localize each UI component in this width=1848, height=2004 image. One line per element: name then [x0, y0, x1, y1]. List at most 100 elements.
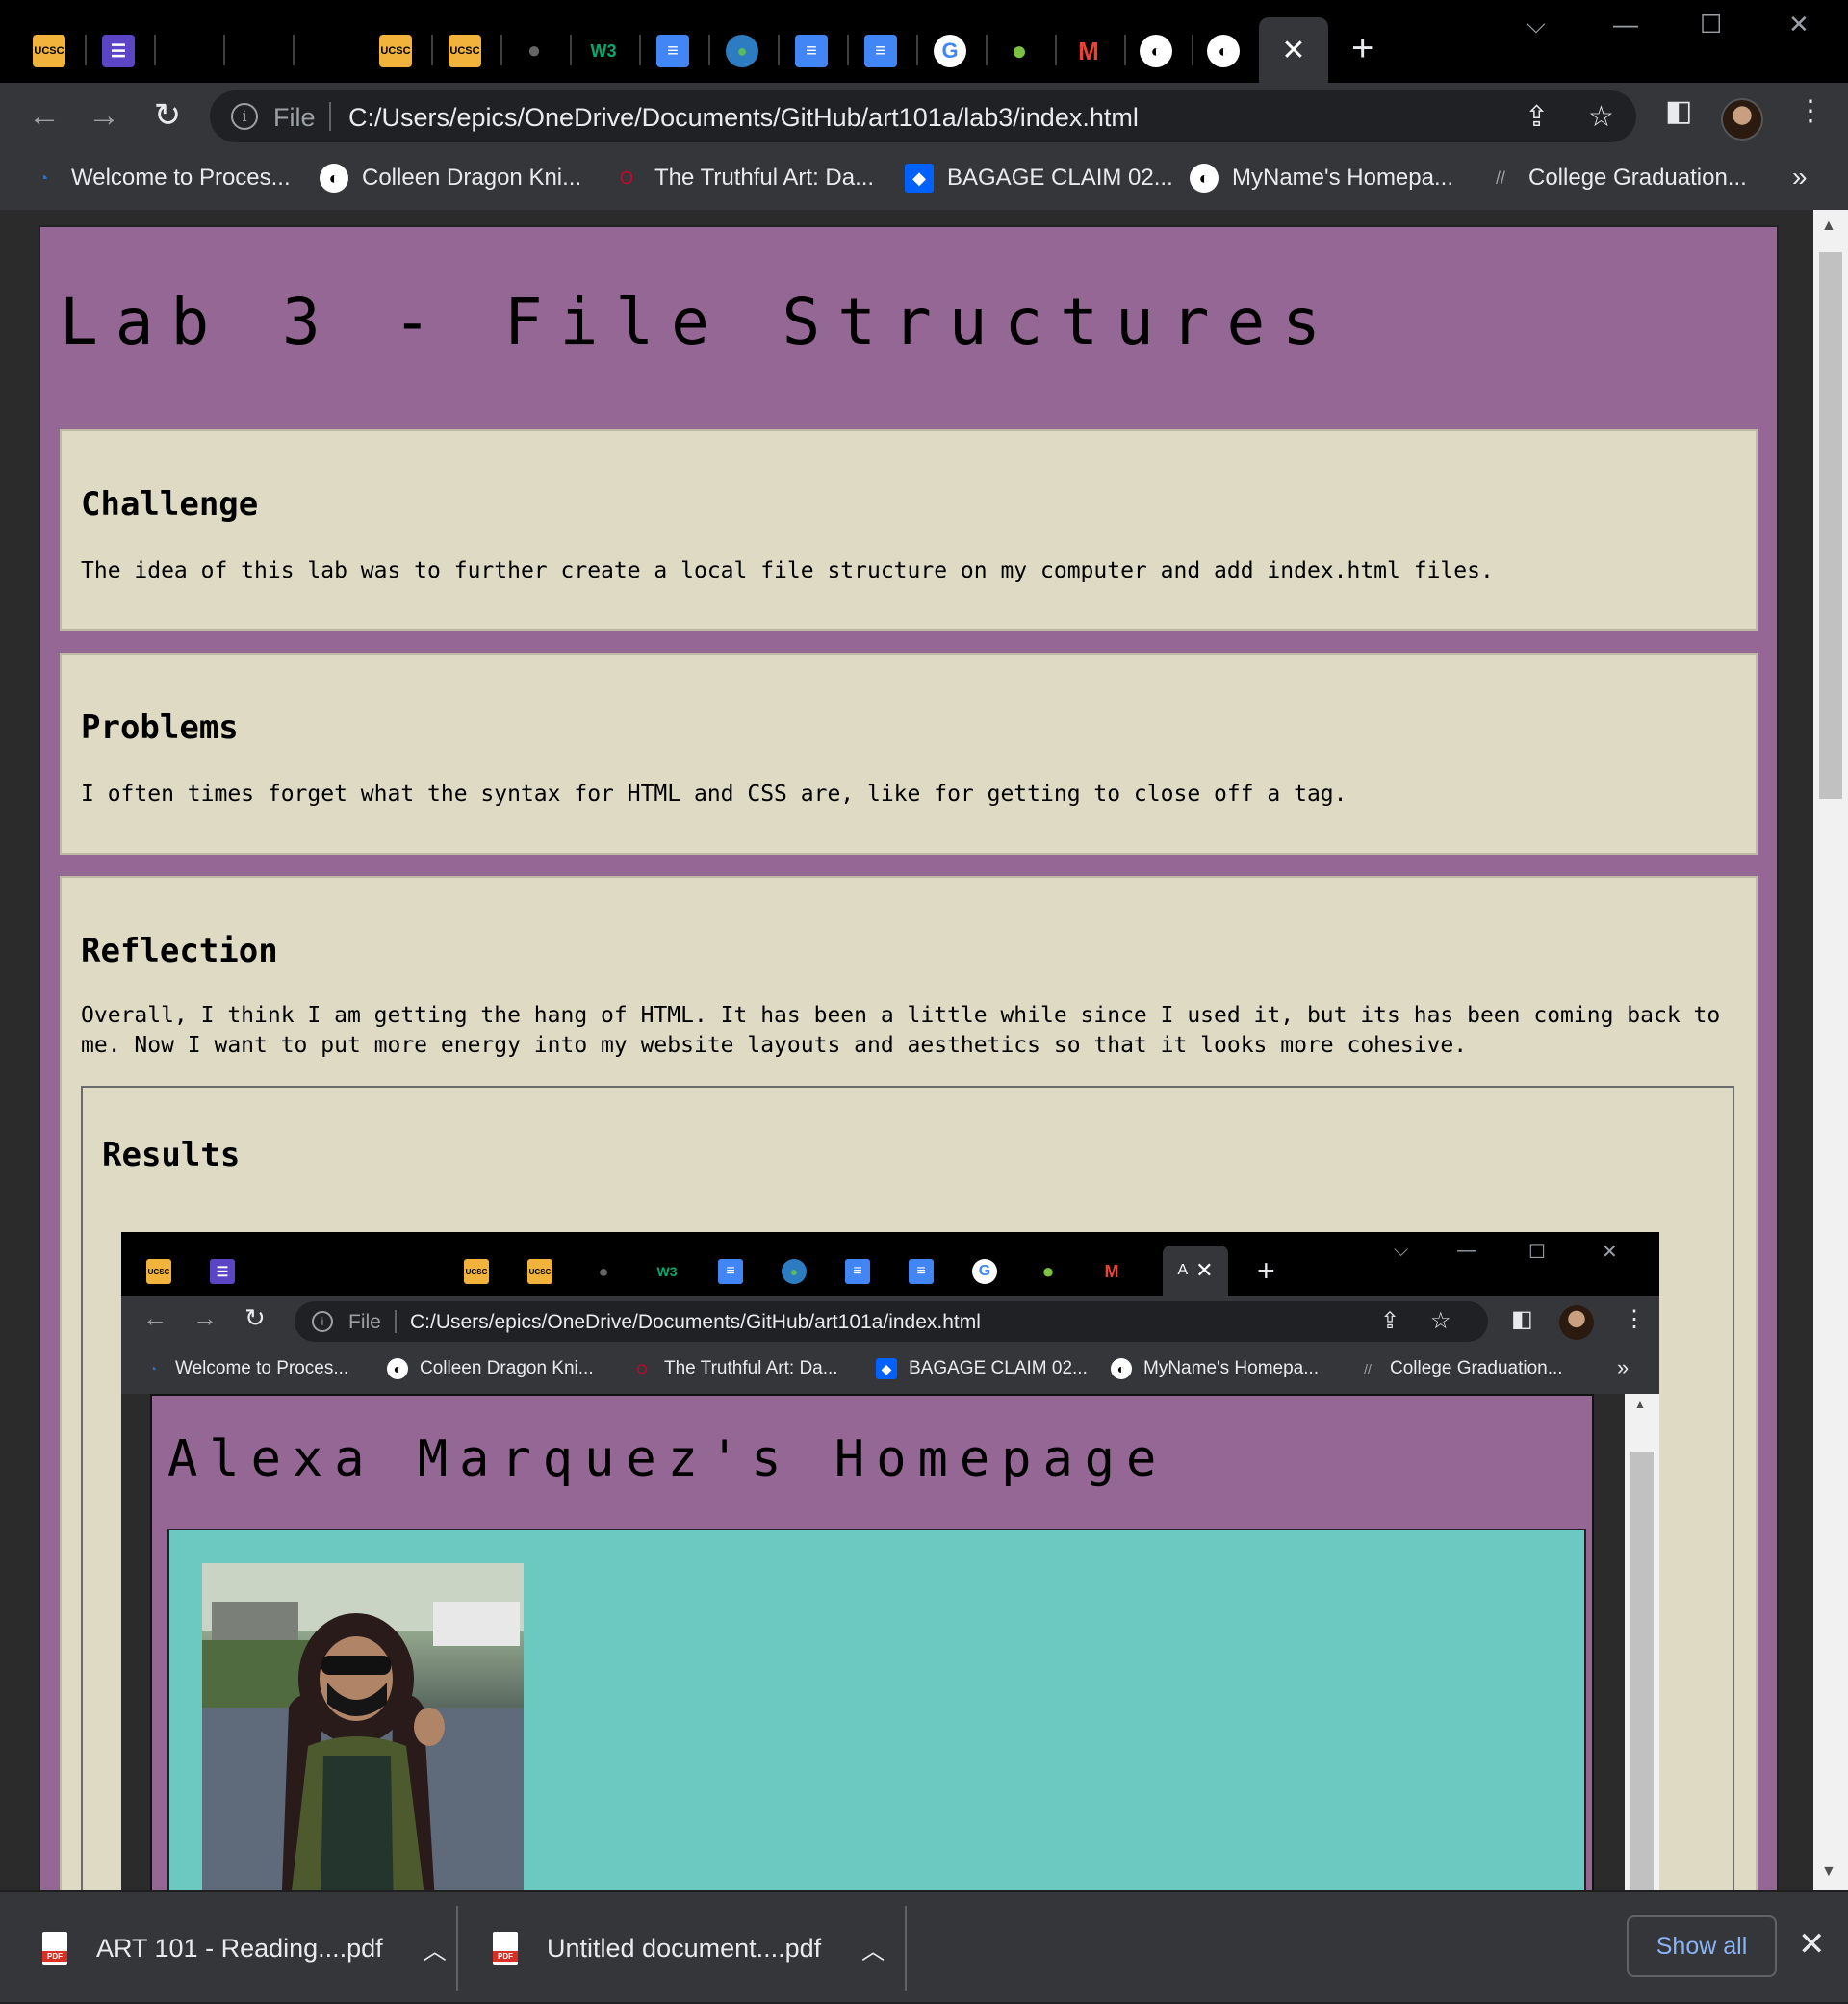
tab-docs-3[interactable]: ≡	[864, 35, 897, 67]
maximize-icon: ☐	[1528, 1242, 1546, 1263]
screenshot-toolbar: ← → ↻ i File C:/Users/epics/OneDrive/Doc…	[121, 1296, 1659, 1348]
minimize-button[interactable]: —	[1613, 10, 1638, 39]
tab-divider	[154, 35, 156, 65]
leaf-icon: ●	[1011, 36, 1028, 65]
ucsc-icon: UCSC	[449, 45, 480, 57]
tab-divider	[293, 35, 295, 65]
globe-icon: ◐	[387, 1358, 408, 1379]
address-bar[interactable]: i File C:/Users/epics/OneDrive/Documents…	[210, 90, 1636, 142]
screenshot-scrollbar: ▲	[1625, 1394, 1659, 1890]
ucsc-icon: UCSC	[34, 45, 64, 57]
results-box: Results UCSC ☰ UCSC UCSC ● W3 ≡ ● ≡ ≡ G	[81, 1086, 1734, 1890]
globe-earth-icon: ●	[782, 1259, 807, 1284]
close-icon: ✕	[1602, 1242, 1618, 1263]
docs-icon: ≡	[667, 39, 679, 62]
close-icon: ✕	[1788, 10, 1810, 39]
bookmark-item[interactable]: O The Truthful Art: Da...	[612, 164, 874, 193]
share-icon: ⇪	[1380, 1308, 1400, 1334]
bookmark-label: Colleen Dragon Kni...	[420, 1358, 594, 1378]
arrow-right-icon: →	[192, 1303, 218, 1332]
docs-icon: ≡	[875, 39, 886, 62]
bookmark-label: Colleen Dragon Kni...	[362, 165, 582, 191]
close-downloads-button[interactable]: ✕	[1798, 1925, 1826, 1964]
tab-ucsc-3[interactable]: UCSC	[449, 35, 481, 67]
tab-divider	[431, 35, 433, 65]
tab-divider	[1124, 35, 1126, 65]
side-panel-icon[interactable]: ◧	[1665, 94, 1692, 128]
window-close-button[interactable]: ✕	[1788, 10, 1810, 39]
forward-button[interactable]: →	[83, 94, 125, 137]
bookmarks-overflow-icon: »	[1617, 1355, 1630, 1379]
avatar	[1559, 1305, 1594, 1340]
new-tab-button[interactable]: +	[1351, 29, 1373, 67]
screenshot-bookmark-item: ◆ BAGAGE CLAIM 02...	[876, 1358, 1088, 1379]
reload-button[interactable]: ↻	[146, 94, 189, 137]
tab-leaf[interactable]: ●	[1003, 35, 1036, 67]
arrow-left-icon: ←	[28, 96, 61, 134]
tab-ucsc-2[interactable]: UCSC	[379, 35, 412, 67]
github-icon: ●	[526, 38, 542, 64]
tab-gmail[interactable]: M	[1072, 35, 1105, 67]
bookmark-item[interactable]: // College Graduation...	[1486, 164, 1747, 193]
screenshot-address-bar: i File C:/Users/epics/OneDrive/Documents…	[295, 1301, 1488, 1342]
close-icon[interactable]: ✕	[1281, 34, 1305, 67]
list-icon: ☰	[210, 1259, 235, 1284]
star-icon[interactable]: ☆	[1588, 100, 1614, 134]
tab-divider	[500, 35, 502, 65]
info-icon[interactable]: i	[231, 103, 258, 130]
share-icon[interactable]: ⇪	[1525, 100, 1549, 134]
screenshot-active-tab: A ✕	[1163, 1246, 1228, 1296]
toolbar: ← → ↻ i File C:/Users/epics/OneDrive/Doc…	[0, 83, 1848, 150]
download-item[interactable]: Untitled document....pdf ︿	[493, 1892, 885, 2004]
tab-globe-earth[interactable]: ●	[726, 35, 758, 67]
page-scrollbar[interactable]: ▲ ▼	[1813, 210, 1848, 1890]
oreilly-icon: O	[619, 167, 633, 188]
address-url[interactable]: C:/Users/epics/OneDrive/Documents/GitHub…	[348, 103, 1139, 133]
results-heading: Results	[102, 1136, 241, 1174]
bookmark-item[interactable]: ◆ BAGAGE CLAIM 02...	[905, 164, 1173, 193]
tab-docs-2[interactable]: ≡	[795, 35, 828, 67]
tab-globe-1[interactable]: ◐	[1140, 35, 1172, 67]
ucsc-icon: UCSC	[464, 1259, 489, 1284]
tab-ucsc-1[interactable]: UCSC	[33, 35, 65, 67]
scroll-up-icon[interactable]: ▲	[1821, 218, 1836, 235]
star-icon: ☆	[1430, 1308, 1451, 1334]
w3schools-icon: W3	[590, 40, 617, 61]
profile-photo	[202, 1563, 524, 1890]
back-button[interactable]: ←	[23, 94, 65, 137]
tab-globe-2[interactable]: ◐	[1207, 35, 1240, 67]
tab-w3schools[interactable]: W3	[587, 35, 620, 67]
tab-github[interactable]: ●	[518, 35, 551, 67]
bookmarks-overflow-button[interactable]: »	[1792, 162, 1808, 193]
scroll-thumb[interactable]	[1819, 252, 1842, 799]
show-all-button[interactable]: Show all	[1627, 1915, 1777, 1977]
chevron-up-icon[interactable]: ︿	[861, 1932, 885, 1965]
results-screenshot: UCSC ☰ UCSC UCSC ● W3 ≡ ● ≡ ≡ G ● M A✕	[121, 1232, 1659, 1890]
scroll-down-icon[interactable]: ▼	[1821, 1863, 1836, 1881]
maximize-button[interactable]: ☐	[1700, 10, 1722, 39]
globe-icon: ◐	[1190, 164, 1219, 193]
problems-section: Problems I often times forget what the s…	[60, 653, 1758, 855]
menu-icon[interactable]: ⋮	[1796, 94, 1825, 128]
side-panel-icon: ◧	[1511, 1306, 1533, 1332]
tab-google[interactable]: G	[934, 35, 966, 67]
tab-docs-1[interactable]: ≡	[656, 35, 689, 67]
download-item[interactable]: ART 101 - Reading....pdf ︿	[42, 1892, 447, 2004]
screenshot-page-title: Alexa Marquez's Homepage	[167, 1430, 1168, 1488]
screenshot-bookmark-item: O The Truthful Art: Da...	[631, 1358, 838, 1379]
reflection-text: Overall, I think I am getting the hang o…	[81, 1003, 1721, 1058]
bookmark-item[interactable]: ◔ Welcome to Proces...	[29, 164, 291, 193]
screenshot-bookmark-item: ◐ Colleen Dragon Kni...	[387, 1358, 594, 1379]
screenshot-address-scheme: File	[348, 1311, 381, 1333]
arrow-left-icon: ←	[142, 1303, 167, 1332]
bookmark-item[interactable]: ◐ Colleen Dragon Kni...	[320, 164, 581, 193]
tab-active[interactable]: ✕	[1259, 17, 1328, 83]
tab-divider	[986, 35, 988, 65]
chevron-up-icon[interactable]: ︿	[424, 1932, 447, 1965]
page-viewport: Lab 3 - File Structures Challenge The id…	[0, 210, 1848, 1890]
tab-list[interactable]: ☰	[102, 35, 135, 67]
avatar[interactable]	[1721, 98, 1763, 141]
bookmark-item[interactable]: ◐ MyName's Homepa...	[1190, 164, 1453, 193]
minimize-icon: —	[1613, 10, 1638, 39]
tab-search-button[interactable]: ⌵	[1527, 10, 1546, 40]
